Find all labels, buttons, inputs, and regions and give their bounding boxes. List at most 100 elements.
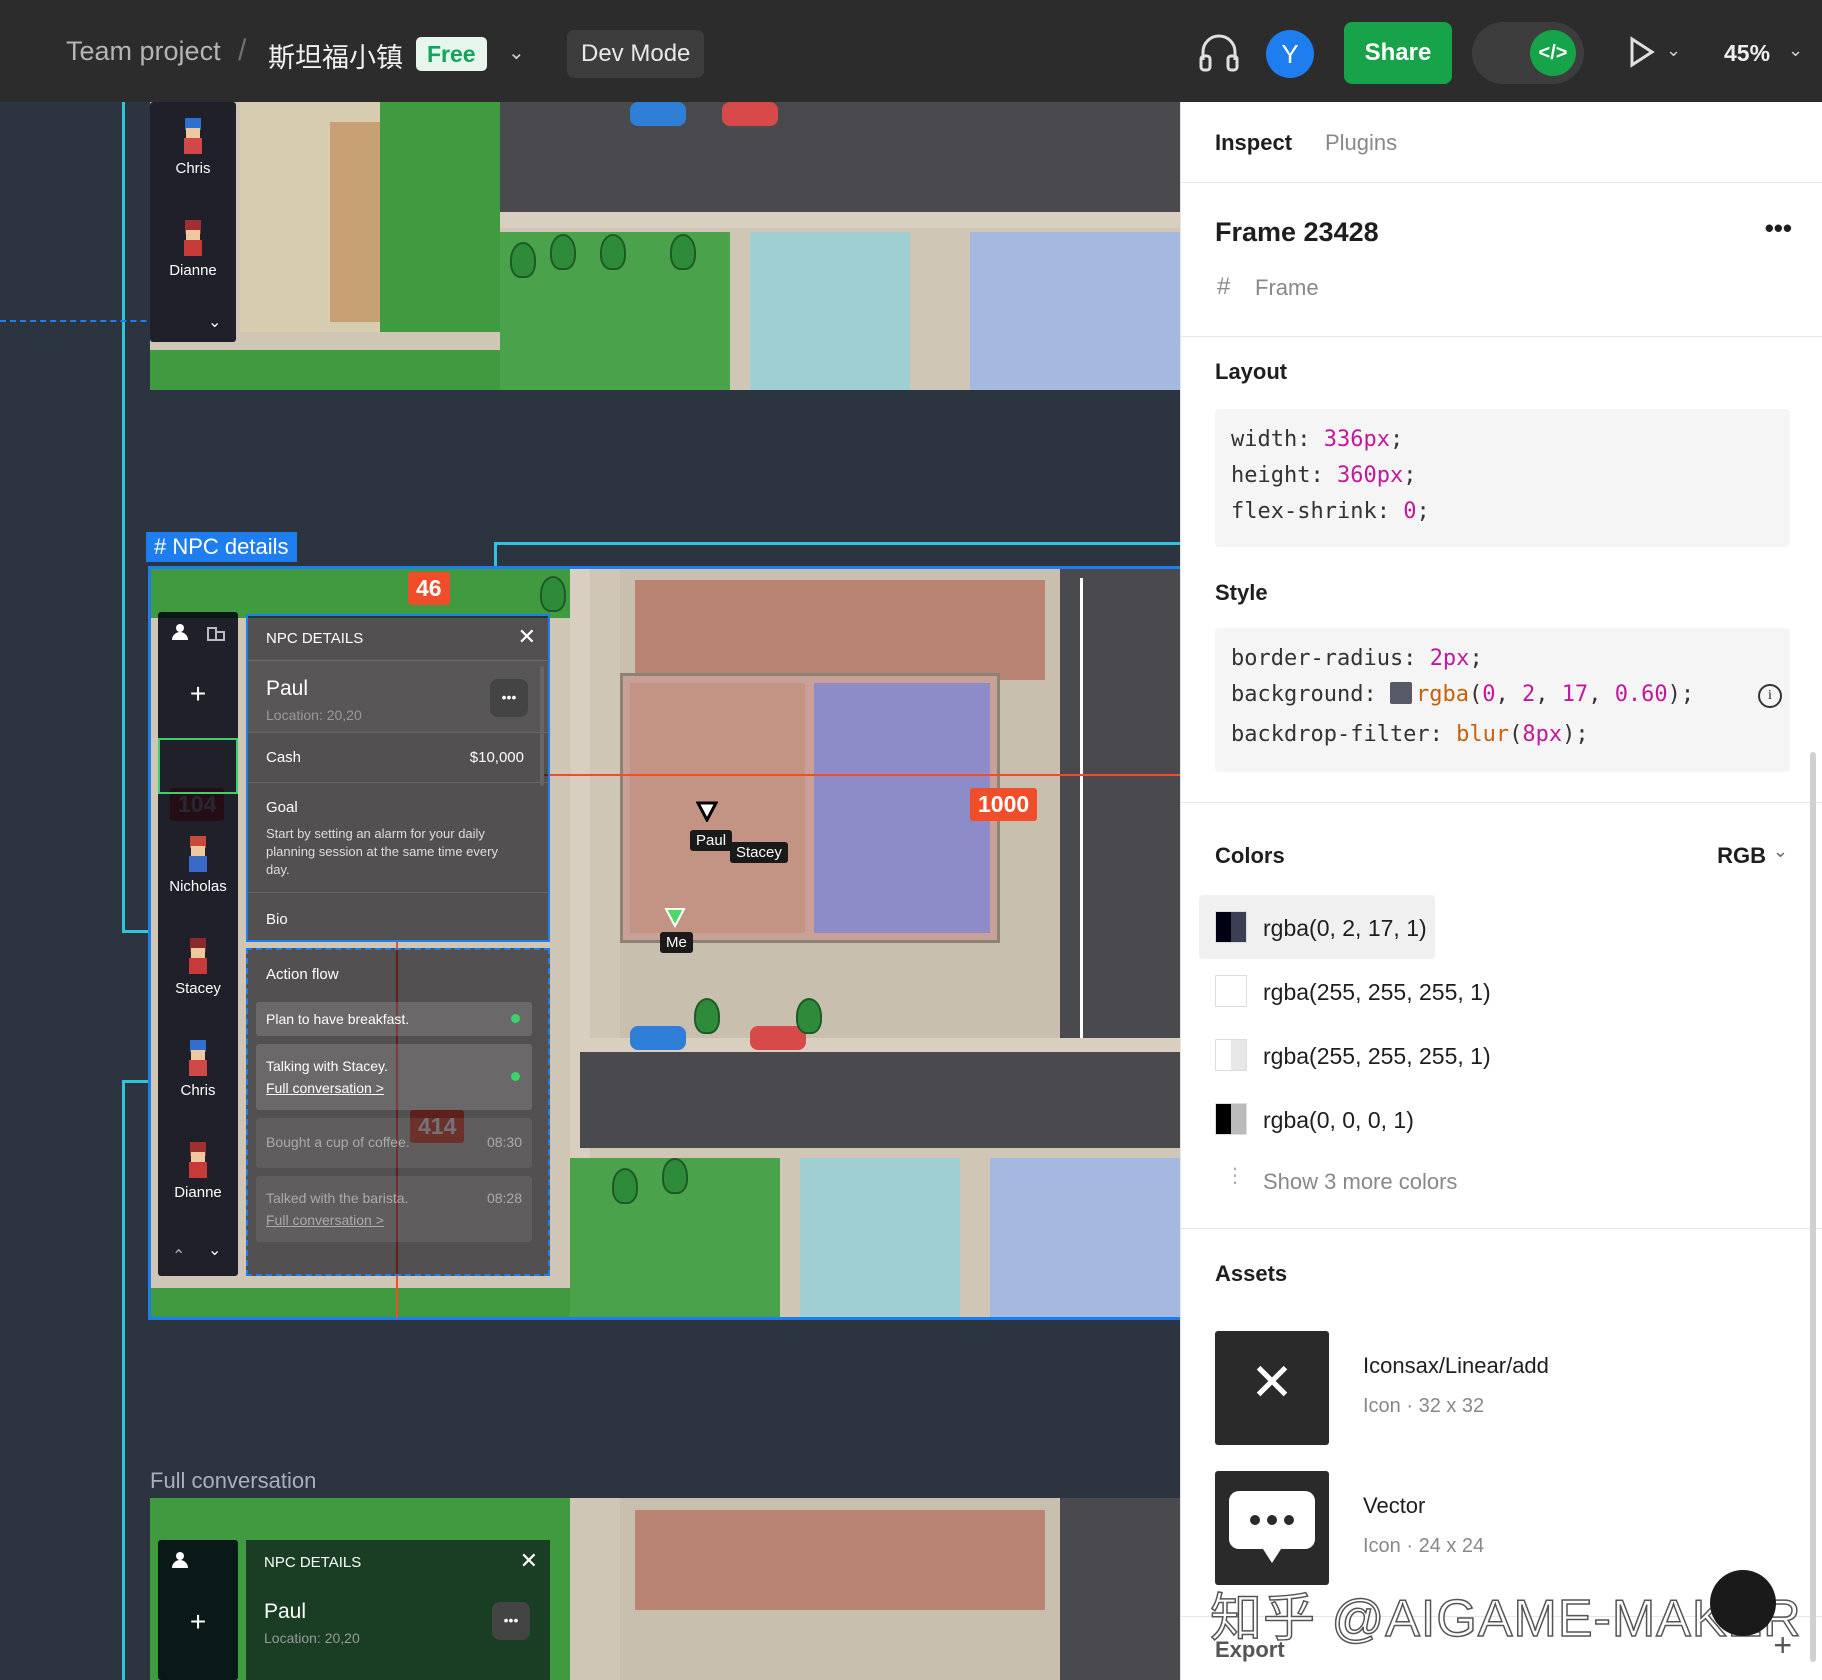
share-button[interactable]: Share: [1344, 22, 1452, 84]
action-item[interactable]: Talked with the barista. Full conversati…: [256, 1176, 532, 1242]
action-item[interactable]: Bought a cup of coffee. 08:30: [256, 1118, 532, 1168]
cash-label: Cash: [266, 749, 302, 766]
dev-mode-toggle[interactable]: </>: [1472, 22, 1584, 84]
colors-title: Colors: [1215, 843, 1285, 868]
status-dot-icon: [511, 1014, 520, 1023]
npc-item-nicholas[interactable]: Nicholas: [158, 834, 238, 895]
close-icon[interactable]: ✕: [518, 624, 536, 650]
breadcrumb-project[interactable]: Team project: [66, 36, 221, 67]
tab-plugins[interactable]: Plugins: [1325, 130, 1397, 156]
npc-item-chris[interactable]: Chris: [153, 116, 233, 177]
file-menu-chevron-icon[interactable]: ⌄: [508, 40, 525, 65]
npc-sprite-icon: [177, 116, 209, 156]
scrollbar[interactable]: [540, 666, 544, 786]
chevron-down-icon[interactable]: ⌄: [208, 1240, 221, 1260]
more-vertical-icon: ⋮: [1225, 1165, 1245, 1187]
action-item[interactable]: Plan to have breakfast.: [256, 1002, 532, 1036]
color-value[interactable]: rgba(0, 0, 0, 1): [1263, 1107, 1414, 1134]
tab-inspect[interactable]: Inspect: [1215, 130, 1292, 156]
show-more-colors[interactable]: Show 3 more colors: [1263, 1169, 1457, 1195]
goal-label: Goal: [266, 799, 298, 816]
player-marker-icon: [664, 908, 686, 928]
npc-list-sidebar-top: Chris Dianne ⌄: [150, 102, 236, 342]
asset-meta: Icon · 32 x 32: [1363, 1395, 1485, 1417]
close-icon: ✕: [1250, 1354, 1294, 1412]
buildings-icon[interactable]: [206, 622, 226, 642]
map-player-me[interactable]: Me: [660, 932, 693, 953]
assets-title: Assets: [1215, 1261, 1288, 1286]
npc-details-panel: NPC DETAILS ✕ Paul Location: 20,20 ••• C…: [246, 614, 550, 942]
play-icon[interactable]: [1628, 36, 1656, 68]
measure-badge-right: 1000: [970, 788, 1038, 821]
dev-mode-label[interactable]: Dev Mode: [567, 30, 705, 78]
npc-item-stacey[interactable]: Stacey: [158, 936, 238, 997]
color-swatch: [1215, 1103, 1247, 1135]
style-code-block[interactable]: border-radius: 2px; background: rgba(0, …: [1215, 628, 1790, 772]
close-icon[interactable]: ✕: [520, 1548, 538, 1574]
add-icon[interactable]: +: [158, 678, 238, 710]
add-icon[interactable]: +: [158, 1606, 238, 1638]
chevron-down-icon[interactable]: ⌄: [208, 312, 221, 332]
more-options-icon[interactable]: •••: [1765, 213, 1792, 244]
full-conversation-link[interactable]: Full conversation >: [266, 1212, 384, 1228]
plan-badge: Free: [416, 37, 487, 71]
measure-line-horizontal: [540, 774, 1180, 776]
chat-icon[interactable]: •••: [490, 679, 528, 717]
location-pin-icon: [696, 801, 718, 822]
color-value[interactable]: rgba(255, 255, 255, 1): [1263, 1043, 1491, 1070]
color-mode[interactable]: RGB: [1717, 843, 1766, 869]
frame-label-npc-details[interactable]: # NPC details: [146, 532, 297, 562]
watermark-logo: [1710, 1570, 1776, 1636]
user-icon[interactable]: [170, 622, 190, 642]
action-flow-title: Action flow: [266, 966, 339, 983]
color-swatch: [1215, 975, 1247, 1007]
breadcrumb-separator: /: [238, 34, 247, 67]
top-toolbar: Team project / 斯坦福小镇 Free ⌄ Dev Mode Y S…: [0, 0, 1822, 102]
npc-item-selected[interactable]: [158, 738, 238, 794]
chevron-up-icon[interactable]: ⌃: [172, 1246, 185, 1266]
panel-header: NPC DETAILS: [266, 630, 364, 647]
map-npc-paul[interactable]: Paul: [690, 830, 733, 851]
cash-value: $10,000: [469, 749, 524, 766]
frame-type: Frame: [1255, 275, 1319, 300]
info-icon[interactable]: i: [1758, 684, 1782, 708]
action-item[interactable]: Talking with Stacey. Full conversation >: [256, 1044, 532, 1110]
full-conversation-link[interactable]: Full conversation >: [266, 1080, 384, 1096]
chevron-down-icon[interactable]: ⌄: [1773, 841, 1788, 862]
user-avatar[interactable]: Y: [1266, 30, 1314, 78]
user-icon[interactable]: [170, 1550, 190, 1570]
chat-icon[interactable]: •••: [492, 1602, 530, 1640]
npc-details-panel-bottom: NPC DETAILS ✕ Paul Location: 20,20 •••: [246, 1540, 550, 1680]
asset-name[interactable]: Vector: [1363, 1493, 1425, 1519]
map-npc-stacey[interactable]: Stacey: [730, 842, 788, 863]
npc-sprite-icon: [182, 1140, 214, 1180]
panel-scrollbar[interactable]: [1810, 752, 1816, 1662]
npc-item-dianne[interactable]: Dianne: [158, 1140, 238, 1201]
color-swatch: [1389, 682, 1412, 704]
prototype-connector-line: [122, 930, 148, 933]
inspect-panel: Inspect Plugins Frame 23428 ••• # Frame …: [1180, 102, 1822, 1680]
status-dot-icon: [511, 1072, 520, 1081]
npc-item-dianne[interactable]: Dianne: [153, 218, 233, 279]
headphones-icon[interactable]: [1198, 32, 1240, 72]
asset-thumbnail-vector[interactable]: [1215, 1471, 1329, 1585]
file-name[interactable]: 斯坦福小镇: [268, 36, 403, 75]
layout-code-block[interactable]: width: 336px; height: 360px; flex-shrink…: [1215, 409, 1790, 547]
color-value[interactable]: rgba(0, 2, 17, 1): [1263, 915, 1427, 942]
npc-sprite-icon: [182, 834, 214, 874]
design-canvas[interactable]: Chris Dianne ⌄ # NPC details Paul Stacey…: [0, 102, 1180, 1680]
asset-meta: Icon · 24 x 24: [1363, 1535, 1485, 1557]
zoom-level[interactable]: 45%: [1724, 40, 1770, 67]
color-swatch: [1215, 911, 1247, 943]
prototype-connector-line: [122, 1080, 125, 1680]
chat-bubble-icon: [1229, 1491, 1315, 1563]
asset-name[interactable]: Iconsax/Linear/add: [1363, 1353, 1549, 1379]
play-menu-chevron-icon[interactable]: ⌄: [1666, 40, 1681, 61]
color-value[interactable]: rgba(255, 255, 255, 1): [1263, 979, 1491, 1006]
npc-item-chris[interactable]: Chris: [158, 1038, 238, 1099]
asset-thumbnail-add[interactable]: ✕: [1215, 1331, 1329, 1445]
frame-label-full-conversation[interactable]: Full conversation: [150, 1468, 316, 1494]
action-flow-panel: Action flow Plan to have breakfast. Talk…: [246, 948, 550, 1276]
zoom-chevron-icon[interactable]: ⌄: [1788, 40, 1803, 61]
goal-text: Start by setting an alarm for your daily…: [266, 826, 498, 877]
